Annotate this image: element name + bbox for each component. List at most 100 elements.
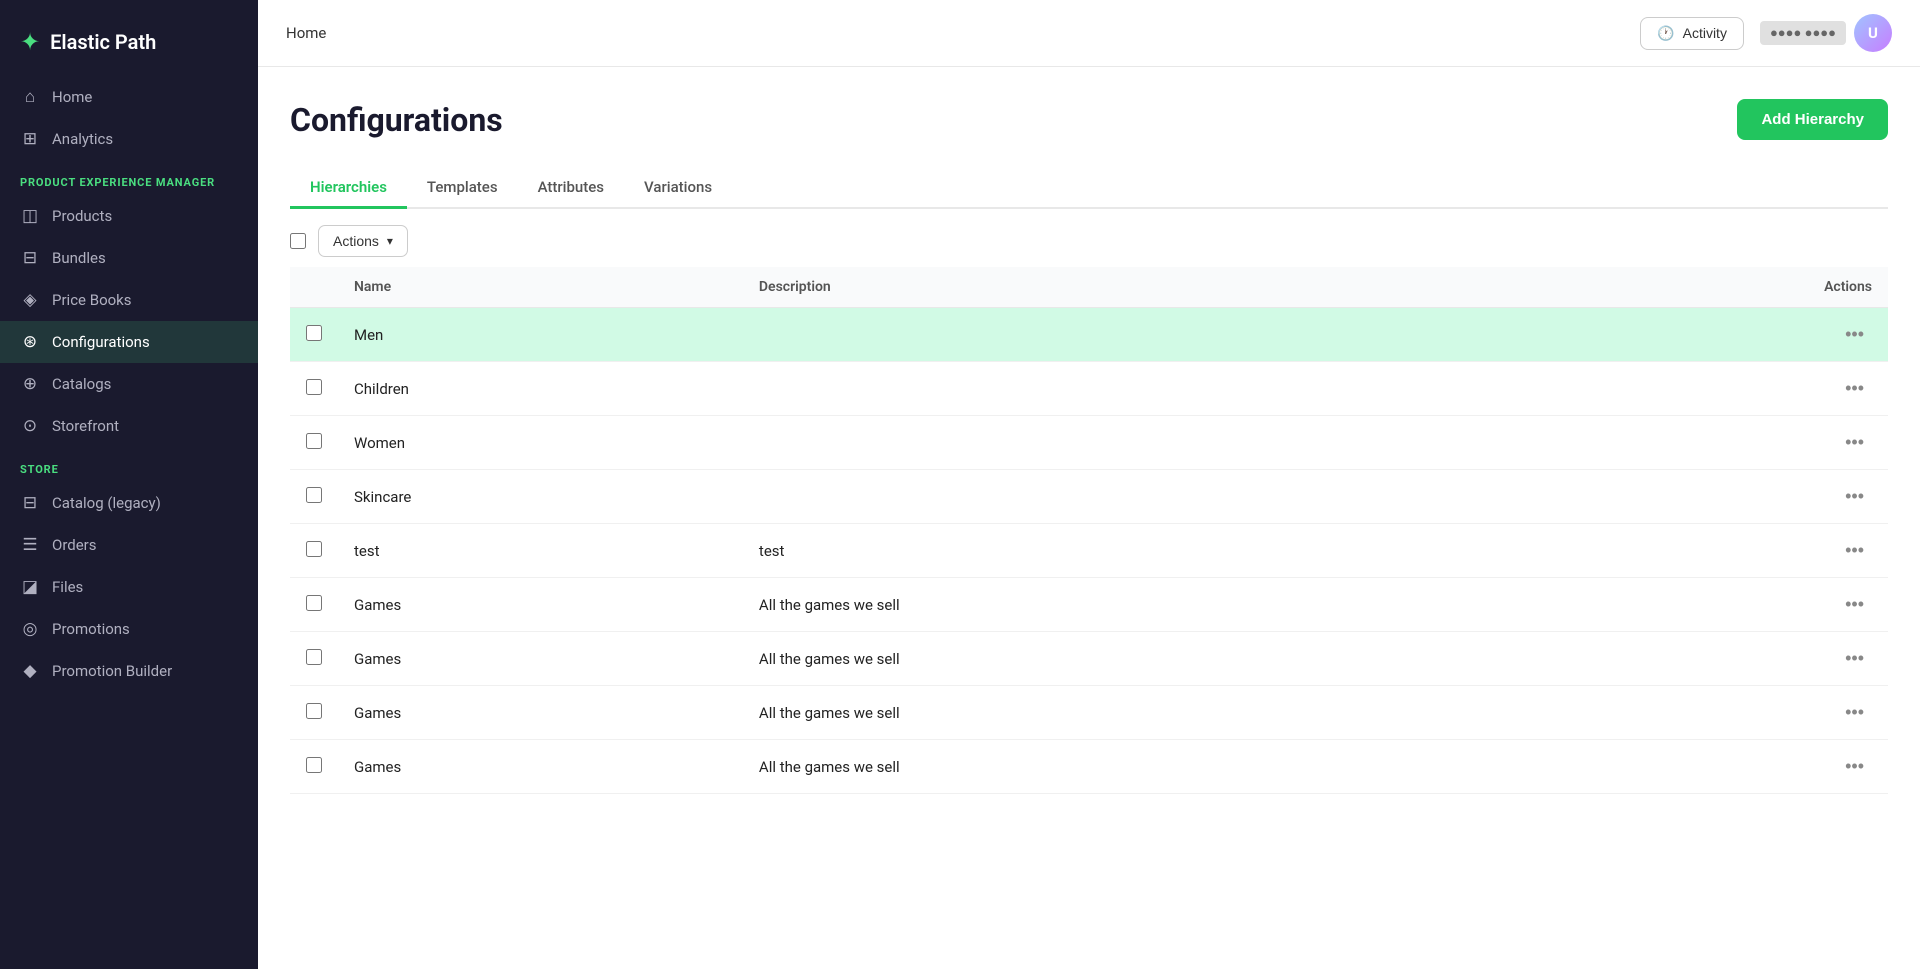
- col-description: Description: [743, 267, 1526, 308]
- col-actions: Actions: [1526, 267, 1888, 308]
- row-checkbox-8[interactable]: [306, 757, 322, 773]
- row-actions-7: •••: [1526, 686, 1888, 740]
- row-checkbox-cell: [290, 362, 338, 416]
- nav-icon-storefront: ⊙: [20, 416, 40, 436]
- row-checkbox-cell: [290, 470, 338, 524]
- logo: ✦ Elastic Path: [0, 0, 258, 76]
- table-row: Games All the games we sell •••: [290, 686, 1888, 740]
- clock-icon: 🕐: [1657, 25, 1674, 42]
- tab-variations[interactable]: Variations: [624, 168, 732, 209]
- nav-icon-home: ⌂: [20, 87, 40, 107]
- top-nav: ⌂ Home ⊞ Analytics: [0, 76, 258, 160]
- activity-label: Activity: [1683, 25, 1727, 41]
- row-checkbox-1[interactable]: [306, 379, 322, 395]
- row-checkbox-0[interactable]: [306, 325, 322, 341]
- sidebar-item-files[interactable]: ◪ Files: [0, 566, 258, 608]
- row-more-button-6[interactable]: •••: [1837, 646, 1872, 671]
- sidebar-item-price-books[interactable]: ◈Price Books: [0, 279, 258, 321]
- page-content: Configurations Add Hierarchy Hierarchies…: [258, 67, 1920, 969]
- activity-button[interactable]: 🕐 Activity: [1640, 17, 1744, 50]
- row-actions-4: •••: [1526, 524, 1888, 578]
- actions-dropdown-button[interactable]: Actions ▾: [318, 225, 408, 257]
- row-checkbox-7[interactable]: [306, 703, 322, 719]
- avatar-name-blurred: ●●●● ●●●●: [1760, 21, 1846, 45]
- nav-icon-files: ◪: [20, 577, 40, 597]
- table-row: Games All the games we sell •••: [290, 578, 1888, 632]
- topbar: Home 🕐 Activity ●●●● ●●●● U: [258, 0, 1920, 67]
- row-actions-1: •••: [1526, 362, 1888, 416]
- sidebar-item-storefront[interactable]: ⊙Storefront: [0, 405, 258, 447]
- row-name-8: Games: [338, 740, 743, 794]
- row-more-button-3[interactable]: •••: [1837, 484, 1872, 509]
- table-row: Men •••: [290, 308, 1888, 362]
- row-more-button-8[interactable]: •••: [1837, 754, 1872, 779]
- sidebar-item-products[interactable]: ◫Products: [0, 195, 258, 237]
- section-label-store: STORE: [0, 447, 258, 482]
- sidebar-item-analytics[interactable]: ⊞ Analytics: [0, 118, 258, 160]
- row-checkbox-cell: [290, 686, 338, 740]
- row-checkbox-3[interactable]: [306, 487, 322, 503]
- row-checkbox-cell: [290, 524, 338, 578]
- pem-section: PRODUCT EXPERIENCE MANAGER◫Products⊟Bund…: [0, 160, 258, 447]
- nav-label-home: Home: [52, 88, 92, 106]
- sidebar-item-home[interactable]: ⌂ Home: [0, 76, 258, 118]
- row-more-button-5[interactable]: •••: [1837, 592, 1872, 617]
- avatar[interactable]: U: [1854, 14, 1892, 52]
- nav-label-analytics: Analytics: [52, 130, 113, 148]
- tab-hierarchies[interactable]: Hierarchies: [290, 168, 407, 209]
- actions-label: Actions: [333, 233, 379, 249]
- sidebar: ✦ Elastic Path ⌂ Home ⊞ Analytics PRODUCT E…: [0, 0, 258, 969]
- sidebar-item-configurations[interactable]: ⊛ Configurations: [0, 321, 258, 363]
- tabs-container: HierarchiesTemplatesAttributesVariations: [290, 168, 1888, 209]
- tab-templates[interactable]: Templates: [407, 168, 518, 209]
- row-description-4: test: [743, 524, 1526, 578]
- row-actions-0: •••: [1526, 308, 1888, 362]
- row-checkbox-2[interactable]: [306, 433, 322, 449]
- sidebar-item-promotion-builder[interactable]: ◆Promotion Builder: [0, 650, 258, 692]
- nav-label-files: Files: [52, 578, 83, 596]
- nav-label-orders: Orders: [52, 536, 97, 554]
- row-more-button-0[interactable]: •••: [1837, 322, 1872, 347]
- nav-icon-configurations: ⊛: [20, 332, 40, 352]
- section-label-pem: PRODUCT EXPERIENCE MANAGER: [0, 160, 258, 195]
- tab-attributes[interactable]: Attributes: [518, 168, 624, 209]
- table-body: Men ••• Children ••• Women ••• Skincare …: [290, 308, 1888, 794]
- row-actions-8: •••: [1526, 740, 1888, 794]
- table-row: Children •••: [290, 362, 1888, 416]
- page-title: Configurations: [290, 101, 503, 139]
- row-more-button-2[interactable]: •••: [1837, 430, 1872, 455]
- sidebar-item-orders[interactable]: ☰Orders: [0, 524, 258, 566]
- table-controls: Actions ▾: [290, 209, 1888, 267]
- row-checkbox-5[interactable]: [306, 595, 322, 611]
- topbar-right: 🕐 Activity ●●●● ●●●● U: [1640, 14, 1892, 52]
- add-hierarchy-button[interactable]: Add Hierarchy: [1737, 99, 1888, 140]
- nav-icon-products: ◫: [20, 206, 40, 226]
- row-name-5: Games: [338, 578, 743, 632]
- row-checkbox-cell: [290, 578, 338, 632]
- table-row: Games All the games we sell •••: [290, 740, 1888, 794]
- nav-label-configurations: Configurations: [52, 333, 150, 351]
- table-row: Women •••: [290, 416, 1888, 470]
- row-description-6: All the games we sell: [743, 632, 1526, 686]
- row-checkbox-cell: [290, 416, 338, 470]
- sidebar-item-bundles[interactable]: ⊟Bundles: [0, 237, 258, 279]
- col-name: Name: [338, 267, 743, 308]
- nav-icon-bundles: ⊟: [20, 248, 40, 268]
- row-name-4: test: [338, 524, 743, 578]
- sidebar-item-promotions[interactable]: ◎Promotions: [0, 608, 258, 650]
- row-checkbox-6[interactable]: [306, 649, 322, 665]
- row-checkbox-4[interactable]: [306, 541, 322, 557]
- select-all-checkbox[interactable]: [290, 233, 306, 249]
- sidebar-item-catalog-legacy[interactable]: ⊟Catalog (legacy): [0, 482, 258, 524]
- row-more-button-4[interactable]: •••: [1837, 538, 1872, 563]
- nav-icon-analytics: ⊞: [20, 129, 40, 149]
- row-actions-3: •••: [1526, 470, 1888, 524]
- nav-icon-promotion-builder: ◆: [20, 661, 40, 681]
- logo-icon: ✦: [20, 28, 40, 56]
- row-more-button-7[interactable]: •••: [1837, 700, 1872, 725]
- row-more-button-1[interactable]: •••: [1837, 376, 1872, 401]
- table-row: test test •••: [290, 524, 1888, 578]
- hierarchies-table: Name Description Actions Men ••• Childre…: [290, 267, 1888, 794]
- sidebar-item-catalogs[interactable]: ⊕Catalogs: [0, 363, 258, 405]
- logo-text: Elastic Path: [50, 30, 156, 54]
